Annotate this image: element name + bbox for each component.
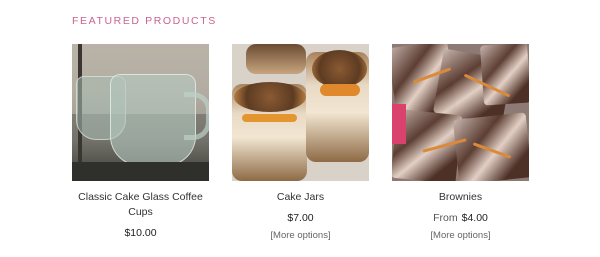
product-name[interactable]: Cake Jars — [232, 190, 369, 205]
product-price-value: $10.00 — [124, 227, 157, 239]
product-image-cake-jars[interactable] — [232, 44, 369, 181]
product-price-value: $4.00 — [461, 212, 488, 224]
product-price: $10.00 — [72, 227, 209, 239]
more-options-link[interactable]: [More options] — [392, 230, 529, 241]
product-card-coffee-cups[interactable]: Classic Cake Glass Coffee Cups $10.00 — [72, 44, 209, 239]
product-name[interactable]: Brownies — [392, 190, 529, 205]
more-options-link[interactable]: [More options] — [232, 230, 369, 241]
product-card-cake-jars[interactable]: Cake Jars $7.00 [More options] — [232, 44, 369, 241]
product-card-brownies[interactable]: Brownies From $4.00 [More options] — [392, 44, 529, 241]
product-name[interactable]: Classic Cake Glass Coffee Cups — [72, 190, 209, 220]
product-image-brownies[interactable] — [392, 44, 529, 181]
product-price: From $4.00 — [392, 212, 529, 224]
featured-products-heading: FEATURED PRODUCTS — [72, 15, 217, 27]
price-from-label: From — [433, 212, 458, 224]
product-image-coffee-cups[interactable] — [72, 44, 209, 181]
product-price: $7.00 — [232, 212, 369, 224]
product-price-value: $7.00 — [287, 212, 314, 224]
